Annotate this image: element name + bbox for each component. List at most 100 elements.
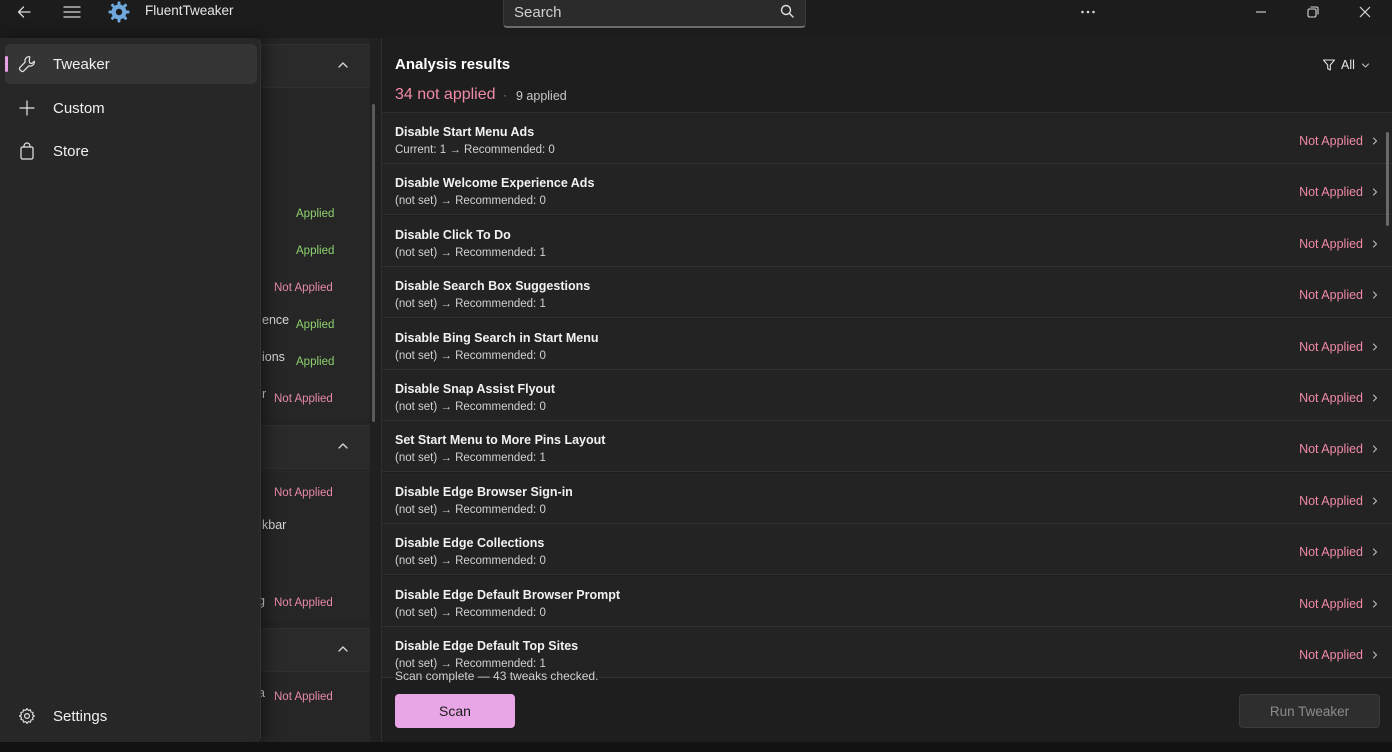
tweak-status: Not Applied bbox=[274, 393, 333, 405]
scan-button[interactable]: Scan bbox=[395, 694, 515, 728]
run-tweaker-button[interactable]: Run Tweaker bbox=[1239, 694, 1380, 728]
action-bar: Scan Run Tweaker bbox=[382, 684, 1392, 742]
result-row[interactable]: Disable Search Box Suggestions (not set) … bbox=[382, 267, 1392, 318]
tweak-name-partial: ence bbox=[262, 313, 290, 327]
tweak-status: Not Applied bbox=[1299, 185, 1363, 199]
app-logo-gear-icon bbox=[108, 1, 130, 23]
search-icon[interactable] bbox=[779, 3, 795, 19]
tweak-status: Applied bbox=[296, 356, 335, 368]
tweak-status: Not Applied bbox=[1299, 442, 1363, 456]
tweak-name: Disable Bing Search in Start Menu bbox=[395, 331, 599, 345]
tweak-status: Not Applied bbox=[1299, 237, 1363, 251]
chevron-up-icon[interactable] bbox=[336, 642, 350, 656]
tweak-value-detail: (not set) → Recommended: 0 bbox=[395, 607, 546, 619]
tweak-status: Not Applied bbox=[1299, 134, 1363, 148]
nav-item-custom[interactable]: Custom bbox=[5, 88, 257, 128]
summary-separator: · bbox=[503, 88, 507, 102]
result-row[interactable]: Disable Edge Collections (not set) → Reco… bbox=[382, 524, 1392, 575]
tweak-value-detail: Current: 1 → Recommended: 0 bbox=[395, 144, 555, 156]
chevron-right-icon[interactable] bbox=[1371, 394, 1379, 402]
tweak-status: Not Applied bbox=[1299, 648, 1363, 662]
tweak-name-partial: kbar bbox=[262, 518, 287, 532]
navigation-pane: Tweaker Custom Store Settings bbox=[0, 38, 261, 742]
restore-button[interactable] bbox=[1290, 0, 1336, 24]
plus-icon bbox=[19, 100, 35, 116]
result-row[interactable]: Disable Start Menu Ads Current: 1 → Recom… bbox=[382, 113, 1392, 164]
back-button[interactable] bbox=[10, 0, 38, 24]
result-row[interactable]: Disable Welcome Experience Ads (not set) … bbox=[382, 164, 1392, 215]
chevron-right-icon[interactable] bbox=[1371, 600, 1379, 608]
chevron-up-icon[interactable] bbox=[336, 58, 350, 72]
tweak-value-detail: (not set) → Recommended: 0 bbox=[395, 504, 546, 516]
chevron-right-icon[interactable] bbox=[1371, 548, 1379, 556]
search-input[interactable] bbox=[514, 0, 774, 24]
result-row[interactable]: Set Start Menu to More Pins Layout (not s… bbox=[382, 421, 1392, 472]
tweak-status: Not Applied bbox=[1299, 340, 1363, 354]
tweak-status: Not Applied bbox=[1299, 494, 1363, 508]
shopping-bag-icon bbox=[20, 142, 34, 160]
chevron-right-icon[interactable] bbox=[1371, 188, 1379, 196]
tweak-status: Not Applied bbox=[274, 282, 333, 294]
analysis-results-panel: Analysis results 34 not applied · 9 appl… bbox=[381, 38, 1392, 742]
nav-label: Custom bbox=[53, 100, 105, 117]
chevron-right-icon[interactable] bbox=[1371, 651, 1379, 659]
nav-label: Store bbox=[53, 143, 89, 160]
nav-item-store[interactable]: Store bbox=[5, 131, 257, 171]
chevron-right-icon[interactable] bbox=[1371, 343, 1379, 351]
tweak-status: Applied bbox=[296, 245, 335, 257]
tweak-value-detail: (not set) → Recommended: 0 bbox=[395, 555, 546, 567]
tweak-status: Applied bbox=[296, 208, 335, 220]
chevron-up-icon[interactable] bbox=[336, 439, 350, 453]
tweak-name-partial: ions bbox=[262, 350, 285, 364]
chevron-right-icon[interactable] bbox=[1371, 240, 1379, 248]
tweak-name: Disable Edge Browser Sign-in bbox=[395, 485, 573, 499]
results-scrollbar[interactable] bbox=[1386, 132, 1389, 226]
hamburger-menu-button[interactable] bbox=[58, 0, 86, 24]
tweak-value-detail: (not set) → Recommended: 1 bbox=[395, 452, 546, 464]
chevron-right-icon[interactable] bbox=[1371, 137, 1379, 145]
chevron-right-icon[interactable] bbox=[1371, 291, 1379, 299]
minimize-icon bbox=[1256, 11, 1266, 13]
tweak-status: Not Applied bbox=[1299, 391, 1363, 405]
tweak-status: Not Applied bbox=[274, 487, 333, 499]
tweak-status: Not Applied bbox=[1299, 597, 1363, 611]
tweak-status: Not Applied bbox=[274, 597, 333, 609]
result-row[interactable]: Disable Click To Do (not set) → Recommend… bbox=[382, 216, 1392, 267]
scan-status-text: Scan complete — 43 tweaks checked. bbox=[395, 669, 599, 683]
chevron-down-icon bbox=[1361, 63, 1370, 68]
tweak-status: Not Applied bbox=[274, 691, 333, 703]
close-button[interactable] bbox=[1342, 0, 1388, 24]
result-row[interactable]: Disable Snap Assist Flyout (not set) → Re… bbox=[382, 370, 1392, 421]
filter-icon bbox=[1322, 59, 1336, 71]
back-arrow-icon bbox=[17, 6, 31, 18]
not-applied-count: 34 not applied bbox=[395, 86, 496, 103]
filter-dropdown[interactable]: All bbox=[1322, 56, 1374, 76]
hamburger-icon bbox=[63, 6, 81, 18]
tweak-value-detail: (not set) → Recommended: 0 bbox=[395, 195, 546, 207]
tweak-name: Disable Edge Collections bbox=[395, 536, 545, 550]
nav-label: Settings bbox=[53, 708, 108, 725]
result-row[interactable]: Disable Bing Search in Start Menu (not se… bbox=[382, 319, 1392, 370]
tweak-status: Not Applied bbox=[1299, 545, 1363, 559]
nav-label: Tweaker bbox=[53, 56, 110, 73]
tweak-name: Set Start Menu to More Pins Layout bbox=[395, 433, 606, 447]
results-list: Disable Start Menu Ads Current: 1 → Recom… bbox=[382, 112, 1392, 682]
search-box[interactable] bbox=[503, 0, 806, 28]
tweak-name: Disable Edge Default Top Sites bbox=[395, 639, 579, 653]
tweak-value-detail: (not set) → Recommended: 1 bbox=[395, 247, 546, 259]
app-title: FluentTweaker bbox=[145, 3, 234, 18]
tweak-name: Disable Search Box Suggestions bbox=[395, 279, 591, 293]
nav-item-settings[interactable]: Settings bbox=[5, 696, 257, 736]
minimize-button[interactable] bbox=[1238, 0, 1284, 24]
nav-item-tweaker[interactable]: Tweaker bbox=[5, 44, 257, 84]
chevron-right-icon[interactable] bbox=[1371, 445, 1379, 453]
more-options-button[interactable] bbox=[1075, 0, 1101, 24]
more-dots-icon bbox=[1081, 10, 1095, 14]
tweak-value-detail: (not set) → Recommended: 0 bbox=[395, 350, 546, 362]
chevron-right-icon[interactable] bbox=[1371, 497, 1379, 505]
result-row[interactable]: Disable Edge Default Browser Prompt (not … bbox=[382, 576, 1392, 627]
results-title: Analysis results bbox=[395, 56, 511, 73]
wrench-icon bbox=[18, 56, 35, 73]
category-scrollbar[interactable] bbox=[372, 104, 375, 422]
result-row[interactable]: Disable Edge Browser Sign-in (not set) → … bbox=[382, 473, 1392, 524]
